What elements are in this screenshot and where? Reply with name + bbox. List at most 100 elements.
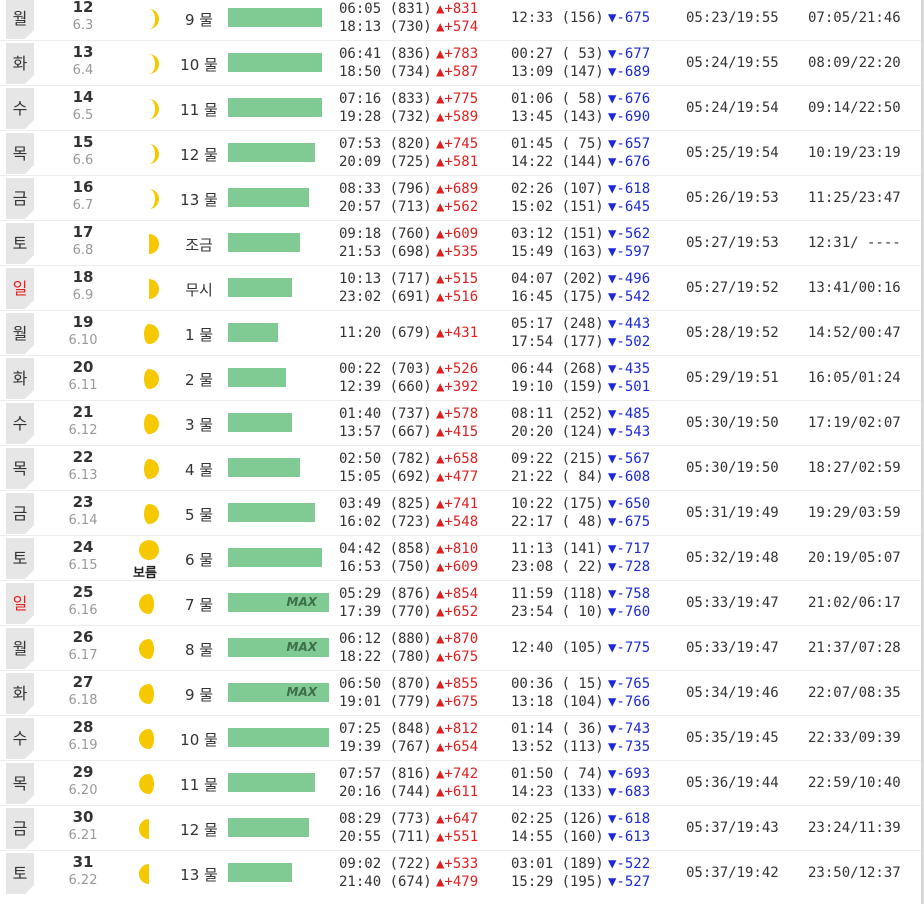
table-row: 수 14 6.5 11 물 07:16 (833) ▲+775 19:28 (732) ▲+5… [0, 85, 924, 131]
solar-date: 16 [72, 178, 94, 196]
day-of-week: 화 [6, 673, 34, 714]
day-of-week: 금 [6, 493, 34, 534]
low-tide-diff: ▼-743 [608, 721, 651, 737]
tide-age: 8 물 [184, 641, 214, 659]
tide-age: 4 물 [184, 461, 214, 479]
lunar-date: 6.6 [72, 153, 94, 168]
lunar-date: 6.19 [68, 738, 98, 753]
high-tide-diff: ▲+783 [436, 46, 479, 62]
low-tide-time: 15:29 (195) [511, 874, 604, 890]
high-tide-diff: ▲+855 [436, 676, 479, 692]
tide-range-bar: MAX [228, 683, 329, 702]
low-tide-diff: ▼-657 [608, 136, 651, 152]
moonrise-moonset: 10:19/23:19 [808, 145, 901, 161]
low-tide-time: 15:02 (151) [511, 199, 604, 215]
low-tide-diff: ▼-690 [608, 109, 651, 125]
high-tide-time: 18:50 (734) [339, 64, 432, 80]
solar-date: 15 [72, 133, 94, 151]
waxing-gibbous-moon-icon [138, 368, 160, 390]
full-moon-label: 보름 [133, 566, 157, 581]
tide-age: 9 물 [184, 686, 214, 704]
moonrise-moonset: 12:31/ ---- [808, 235, 901, 251]
lunar-date: 6.5 [72, 108, 94, 123]
sunrise-sunset: 05:31/19:49 [686, 505, 779, 521]
sunrise-sunset: 05:30/19:50 [686, 460, 779, 476]
waxing-crescent-moon-icon [138, 98, 160, 120]
low-tide-time: 17:54 (177) [511, 334, 604, 350]
high-tide-diff: ▲+741 [436, 496, 479, 512]
high-tide-time: 21:53 (698) [339, 244, 432, 260]
high-tide-time: 21:40 (674) [339, 874, 432, 890]
low-tide-time: 23:08 ( 22) [511, 559, 604, 575]
moonrise-moonset: 22:07/08:35 [808, 685, 901, 701]
tide-age: 무시 [185, 281, 213, 299]
table-row: 토 17 6.8 조금 09:18 (760) ▲+609 21:53 (698) ▲+535… [0, 220, 924, 266]
tide-age: 12 물 [180, 821, 218, 839]
waxing-crescent-moon-icon [138, 143, 160, 165]
high-tide-time: 06:12 (880) [339, 631, 432, 647]
table-row: 일 18 6.9 무시 10:13 (717) ▲+515 23:02 (691) ▲+516… [0, 265, 924, 311]
day-of-week: 금 [6, 178, 34, 219]
solar-date: 28 [72, 718, 94, 736]
waning-gibbous-moon-icon [138, 773, 160, 795]
first-quarter-moon-icon [138, 278, 160, 300]
solar-date: 23 [72, 493, 94, 511]
day-of-week: 화 [6, 43, 34, 84]
high-tide-diff: ▲+854 [436, 586, 479, 602]
moonrise-moonset: 11:25/23:47 [808, 190, 901, 206]
high-tide-diff: ▲+611 [436, 784, 479, 800]
lunar-date: 6.13 [68, 468, 98, 483]
day-of-week: 월 [6, 0, 34, 39]
high-tide-time: 09:18 (760) [339, 226, 432, 242]
lunar-date: 6.18 [68, 693, 98, 708]
tide-range-bar [228, 503, 315, 522]
lunar-date: 6.3 [72, 18, 94, 33]
tide-range-bar: MAX [228, 638, 329, 657]
solar-date: 27 [72, 673, 94, 691]
last-quarter-moon-icon [138, 818, 160, 840]
low-tide-diff: ▼-543 [608, 424, 651, 440]
high-tide-time: 06:05 (831) [339, 1, 432, 17]
high-tide-time: 20:16 (744) [339, 784, 432, 800]
tide-age: 5 물 [184, 506, 214, 524]
sunrise-sunset: 05:36/19:44 [686, 775, 779, 791]
low-tide-diff: ▼-677 [608, 46, 651, 62]
low-tide-diff: ▼-758 [608, 586, 651, 602]
tide-range-bar [228, 728, 329, 747]
high-tide-diff: ▲+675 [436, 649, 479, 665]
tide-age: 1 물 [184, 326, 214, 344]
high-tide-time: 07:25 (848) [339, 721, 432, 737]
full-moon-icon [138, 539, 160, 561]
low-tide-time: 03:12 (151) [511, 226, 604, 242]
day-of-week: 토 [6, 538, 34, 579]
day-of-week: 일 [6, 583, 34, 624]
table-row: 수 28 6.19 10 물 07:25 (848) ▲+812 19:39 (767) ▲+… [0, 715, 924, 761]
high-tide-diff: ▲+609 [436, 226, 479, 242]
solar-date: 30 [72, 808, 94, 826]
low-tide-time: 14:55 (160) [511, 829, 604, 845]
solar-date: 12 [72, 0, 94, 16]
solar-date: 17 [72, 223, 94, 241]
day-of-week: 목 [6, 763, 34, 804]
waxing-gibbous-moon-icon [138, 413, 160, 435]
max-label: MAX [286, 685, 317, 699]
high-tide-diff: ▲+477 [436, 469, 479, 485]
waxing-crescent-moon-icon [138, 188, 160, 210]
high-tide-diff: ▲+745 [436, 136, 479, 152]
high-tide-time: 03:49 (825) [339, 496, 432, 512]
moonrise-moonset: 14:52/00:47 [808, 325, 901, 341]
solar-date: 26 [72, 628, 94, 646]
tide-range-bar [228, 98, 322, 117]
high-tide-time: 07:57 (816) [339, 766, 432, 782]
table-row: 월 12 6.3 9 물 06:05 (831) ▲+831 18:13 (730) ▲+57… [0, 0, 924, 41]
high-tide-diff: ▲+658 [436, 451, 479, 467]
tide-age: 10 물 [180, 731, 218, 749]
waning-gibbous-moon-icon [138, 638, 160, 660]
tide-range-bar [228, 8, 322, 27]
low-tide-time: 12:40 (105) [511, 640, 604, 656]
sunrise-sunset: 05:35/19:45 [686, 730, 779, 746]
lunar-date: 6.7 [72, 198, 94, 213]
low-tide-time: 10:22 (175) [511, 496, 604, 512]
solar-date: 13 [72, 43, 94, 61]
high-tide-diff: ▲+587 [436, 64, 479, 80]
